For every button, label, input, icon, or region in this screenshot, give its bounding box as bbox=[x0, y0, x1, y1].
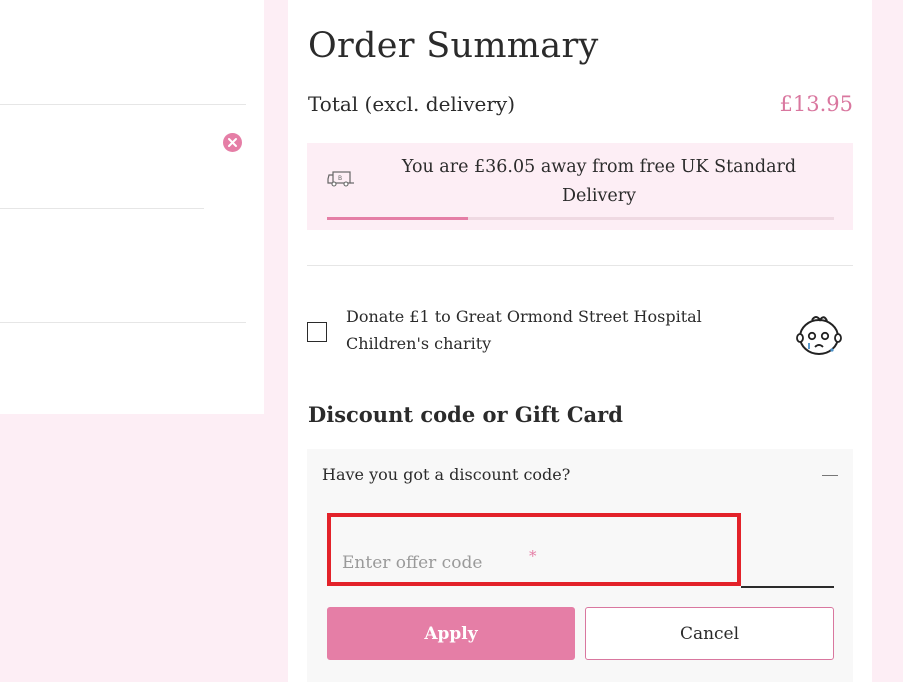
donate-label: Donate £1 to Great Ormond Street Hospita… bbox=[346, 307, 702, 353]
free-delivery-message: You are £36.05 away from free UK Standar… bbox=[401, 157, 797, 206]
cart-divider bbox=[0, 322, 246, 323]
cancel-button[interactable]: Cancel bbox=[585, 607, 834, 660]
offer-code-underline bbox=[741, 586, 834, 588]
delivery-van-icon: B bbox=[327, 171, 355, 191]
free-delivery-progress-fill bbox=[327, 217, 469, 220]
collapse-icon[interactable] bbox=[822, 475, 838, 476]
cart-divider bbox=[0, 208, 204, 209]
discount-accordion-toggle[interactable]: Have you got a discount code? bbox=[322, 465, 570, 484]
free-delivery-progress bbox=[327, 217, 834, 220]
remove-item-icon[interactable] bbox=[223, 133, 242, 152]
total-value: £13.95 bbox=[779, 92, 853, 116]
cart-items-panel bbox=[0, 0, 264, 414]
offer-code-field: * bbox=[327, 513, 741, 586]
cart-divider bbox=[0, 104, 246, 105]
donate-checkbox[interactable] bbox=[307, 322, 327, 342]
page-title: Order Summary bbox=[308, 26, 599, 66]
order-summary-panel: Order Summary Total (excl. delivery) £13… bbox=[288, 0, 872, 682]
total-label: Total (excl. delivery) bbox=[308, 92, 516, 116]
svg-text:B: B bbox=[338, 175, 342, 182]
discount-heading: Discount code or Gift Card bbox=[308, 402, 623, 427]
required-marker: * bbox=[529, 547, 537, 565]
baby-face-icon bbox=[796, 312, 844, 362]
apply-button[interactable]: Apply bbox=[327, 607, 575, 660]
section-divider bbox=[307, 265, 853, 266]
free-delivery-banner: B You are £36.05 away from free UK Stand… bbox=[307, 143, 853, 230]
